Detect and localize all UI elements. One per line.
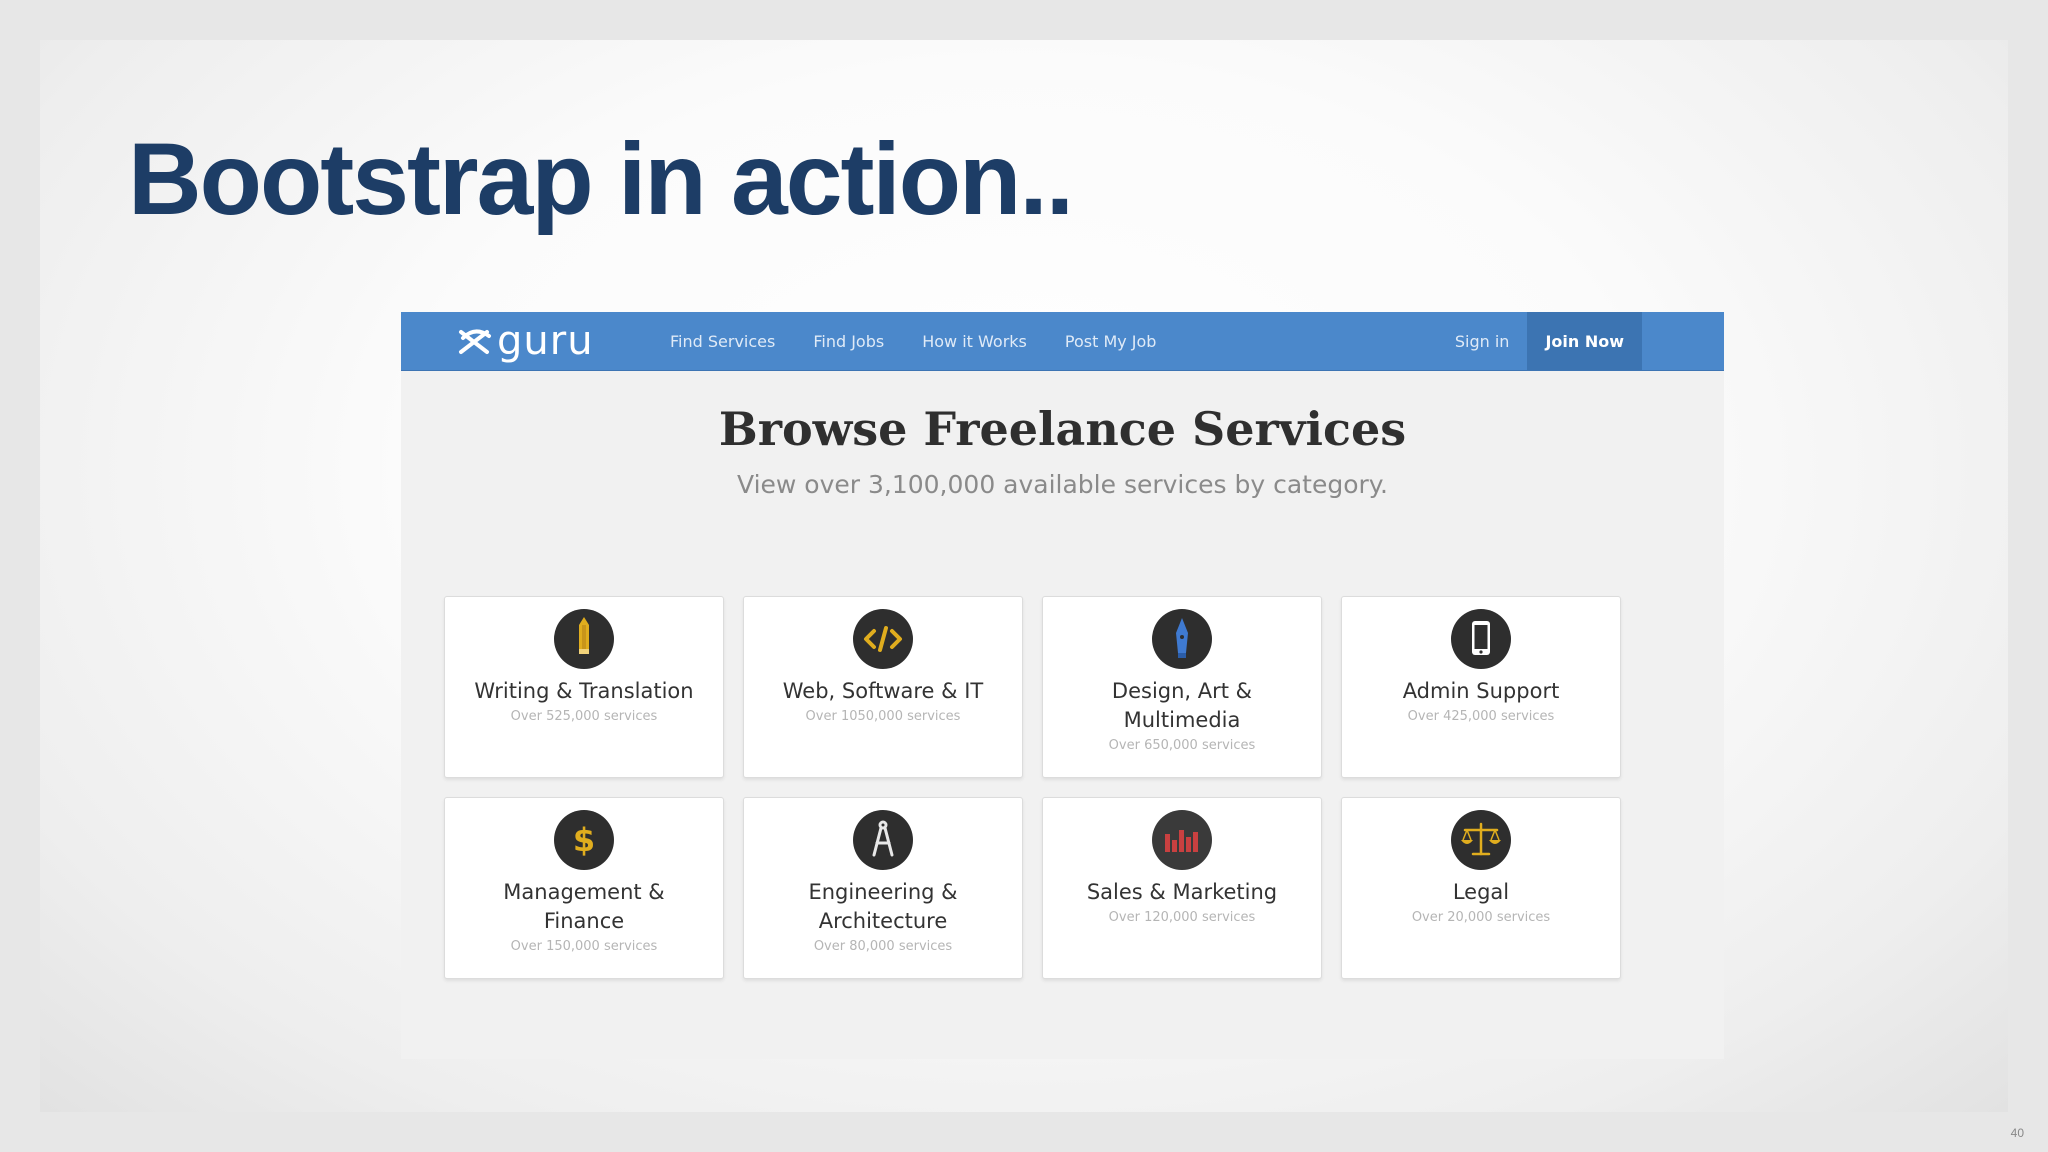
sign-in-link[interactable]: Sign in xyxy=(1455,332,1510,351)
category-title: Admin Support xyxy=(1402,679,1560,703)
category-title: Design, Art & Multimedia xyxy=(1111,679,1253,732)
category-card-design[interactable]: Design, Art & Multimedia Over 650,000 se… xyxy=(1042,596,1322,778)
category-card-web[interactable]: Web, Software & IT Over 1050,000 service… xyxy=(743,596,1023,778)
category-count: Over 120,000 services xyxy=(1108,910,1256,925)
category-card-writing[interactable]: Writing & Translation Over 525,000 servi… xyxy=(444,596,724,778)
category-title: Legal xyxy=(1452,880,1510,904)
website-screenshot: guru Find Services Find Jobs How it Work… xyxy=(401,312,1724,1059)
compass-icon xyxy=(853,810,913,870)
category-count: Over 150,000 services xyxy=(510,939,658,954)
category-count: Over 20,000 services xyxy=(1411,910,1551,925)
pen-nib-icon xyxy=(1152,609,1212,669)
category-title: Writing & Translation xyxy=(474,679,694,703)
category-count: Over 425,000 services xyxy=(1407,709,1555,724)
category-card-engineering[interactable]: Engineering & Architecture Over 80,000 s… xyxy=(743,797,1023,979)
phone-icon xyxy=(1451,609,1511,669)
brand-logo[interactable]: guru xyxy=(455,318,594,364)
pencil-icon xyxy=(554,609,614,669)
scales-icon xyxy=(1451,810,1511,870)
category-card-admin[interactable]: Admin Support Over 425,000 services xyxy=(1341,596,1621,778)
category-grid: Writing & Translation Over 525,000 servi… xyxy=(444,596,1624,979)
code-icon xyxy=(853,609,913,669)
svg-text:$: $ xyxy=(573,821,595,859)
nav-account: Sign in Join Now xyxy=(1455,312,1642,370)
page-heading: Browse Freelance Services xyxy=(718,402,1407,456)
category-count: Over 650,000 services xyxy=(1108,738,1256,753)
nav-how-it-works[interactable]: How it Works xyxy=(922,332,1027,351)
nav-find-jobs[interactable]: Find Jobs xyxy=(813,332,884,351)
category-title: Web, Software & IT xyxy=(782,679,984,703)
page-number: 40 xyxy=(2010,1126,2024,1140)
category-card-sales[interactable]: Sales & Marketing Over 120,000 services xyxy=(1042,797,1322,979)
dollar-icon: $ xyxy=(554,810,614,870)
navbar: guru Find Services Find Jobs How it Work… xyxy=(401,312,1724,371)
guru-logo-icon xyxy=(459,329,491,354)
category-title: Engineering & Architecture xyxy=(808,880,958,933)
nav-links: Find Services Find Jobs How it Works Pos… xyxy=(670,312,1194,370)
join-now-button[interactable]: Join Now xyxy=(1527,312,1642,370)
nav-find-services[interactable]: Find Services xyxy=(670,332,775,351)
category-count: Over 80,000 services xyxy=(813,939,953,954)
category-count: Over 1050,000 services xyxy=(805,709,961,724)
category-card-legal[interactable]: Legal Over 20,000 services xyxy=(1341,797,1621,979)
nav-post-my-job[interactable]: Post My Job xyxy=(1065,332,1157,351)
category-card-management[interactable]: $ Management & Finance Over 150,000 serv… xyxy=(444,797,724,979)
category-title: Management & Finance xyxy=(503,880,665,933)
category-title: Sales & Marketing xyxy=(1086,880,1278,904)
slide-title: Bootstrap in action.. xyxy=(128,122,1074,236)
brand-name: guru xyxy=(497,318,594,364)
category-count: Over 525,000 services xyxy=(510,709,658,724)
slide: Bootstrap in action.. guru Find Services… xyxy=(40,40,2008,1112)
bar-chart-icon xyxy=(1152,810,1212,870)
page-subheading: View over 3,100,000 available services b… xyxy=(737,470,1388,499)
